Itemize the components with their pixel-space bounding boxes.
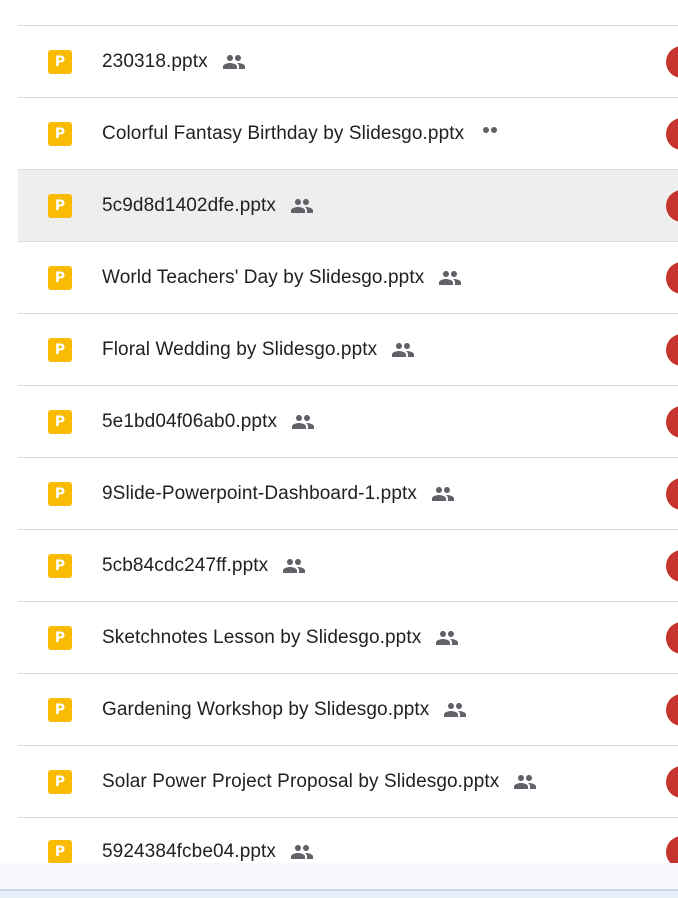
file-list: P 230318.pptx P Colorful Fantasy Birthda… (18, 25, 678, 886)
slides-icon-letter: P (54, 125, 66, 142)
slides-icon: P (48, 337, 72, 362)
slides-icon-letter: P (54, 629, 66, 646)
shared-people-icon (290, 840, 314, 864)
file-row[interactable]: P Solar Power Project Proposal by Slides… (18, 746, 678, 818)
shared-people-icon (291, 410, 315, 434)
shared-people-icon (431, 482, 455, 506)
slides-icon-letter: P (54, 413, 66, 430)
bottom-bar (0, 891, 678, 898)
file-name: 9Slide-Powerpoint-Dashboard-1.pptx (102, 482, 417, 504)
slides-icon: P (48, 840, 72, 864)
file-row[interactable]: P Sketchnotes Lesson by Slidesgo.pptx (18, 602, 678, 674)
file-row[interactable]: P World Teachers' Day by Slidesgo.pptx (18, 242, 678, 314)
shared-people-icon (438, 266, 462, 290)
shared-people-icon (290, 194, 314, 218)
owner-avatar[interactable] (666, 405, 678, 438)
file-name: 5cb84cdc247ff.pptx (102, 554, 269, 576)
list-footer-area (0, 863, 678, 889)
file-row[interactable]: P Gardening Workshop by Slidesgo.pptx (18, 674, 678, 746)
file-name: Gardening Workshop by Slidesgo.pptx (102, 698, 430, 720)
file-name: Floral Wedding by Slidesgo.pptx (102, 338, 378, 360)
shared-people-icon (282, 554, 306, 578)
file-row[interactable]: P 5e1bd04f06ab0.pptx (18, 386, 678, 458)
owner-avatar[interactable] (666, 621, 678, 654)
file-name: 5924384fcbe04.pptx (102, 841, 277, 862)
slides-icon-letter: P (54, 197, 66, 214)
slides-icon-letter: P (54, 269, 66, 286)
owner-avatar[interactable] (666, 189, 678, 222)
slides-icon: P (48, 49, 72, 74)
slides-icon: P (48, 409, 72, 434)
owner-avatar[interactable] (666, 261, 678, 294)
slides-icon-letter: P (54, 53, 66, 70)
owner-avatar[interactable] (666, 117, 678, 150)
slides-icon: P (48, 265, 72, 290)
shared-people-icon (443, 698, 467, 722)
slides-icon: P (48, 193, 72, 218)
shared-people-icon (435, 626, 459, 650)
owner-avatar[interactable] (666, 693, 678, 726)
shared-people-icon (478, 122, 502, 146)
shared-people-icon (391, 338, 415, 362)
slides-icon-letter: P (54, 485, 66, 502)
file-row[interactable]: P Colorful Fantasy Birthday by Slidesgo.… (18, 98, 678, 170)
slides-icon-letter: P (54, 773, 66, 790)
owner-avatar[interactable] (666, 765, 678, 798)
slides-icon: P (48, 625, 72, 650)
slides-icon: P (48, 121, 72, 146)
slides-icon-letter: P (54, 341, 66, 358)
file-name: Sketchnotes Lesson by Slidesgo.pptx (102, 626, 422, 648)
slides-icon-letter: P (54, 701, 66, 718)
shared-people-icon (513, 770, 537, 794)
file-row[interactable]: P 230318.pptx (18, 26, 678, 98)
owner-avatar[interactable] (666, 477, 678, 510)
owner-avatar[interactable] (666, 549, 678, 582)
owner-avatar[interactable] (666, 45, 678, 78)
file-name: 5e1bd04f06ab0.pptx (102, 410, 278, 432)
file-row[interactable]: P Floral Wedding by Slidesgo.pptx (18, 314, 678, 386)
file-row[interactable]: P 9Slide-Powerpoint-Dashboard-1.pptx (18, 458, 678, 530)
owner-avatar[interactable] (666, 333, 678, 366)
shared-people-icon (222, 50, 246, 74)
slides-icon: P (48, 481, 72, 506)
slides-icon-letter: P (54, 557, 66, 574)
file-name: World Teachers' Day by Slidesgo.pptx (102, 266, 425, 288)
slides-icon: P (48, 697, 72, 722)
file-row[interactable]: P 5cb84cdc247ff.pptx (18, 530, 678, 602)
file-name: 230318.pptx (102, 50, 208, 72)
slides-icon-letter: P (54, 844, 66, 860)
file-name: Colorful Fantasy Birthday by Slidesgo.pp… (102, 122, 465, 144)
file-name: 5c9d8d1402dfe.pptx (102, 194, 277, 216)
file-name: Solar Power Project Proposal by Slidesgo… (102, 770, 500, 792)
slides-icon: P (48, 769, 72, 794)
slides-icon: P (48, 553, 72, 578)
file-row-selected[interactable]: P 5c9d8d1402dfe.pptx (18, 170, 678, 242)
